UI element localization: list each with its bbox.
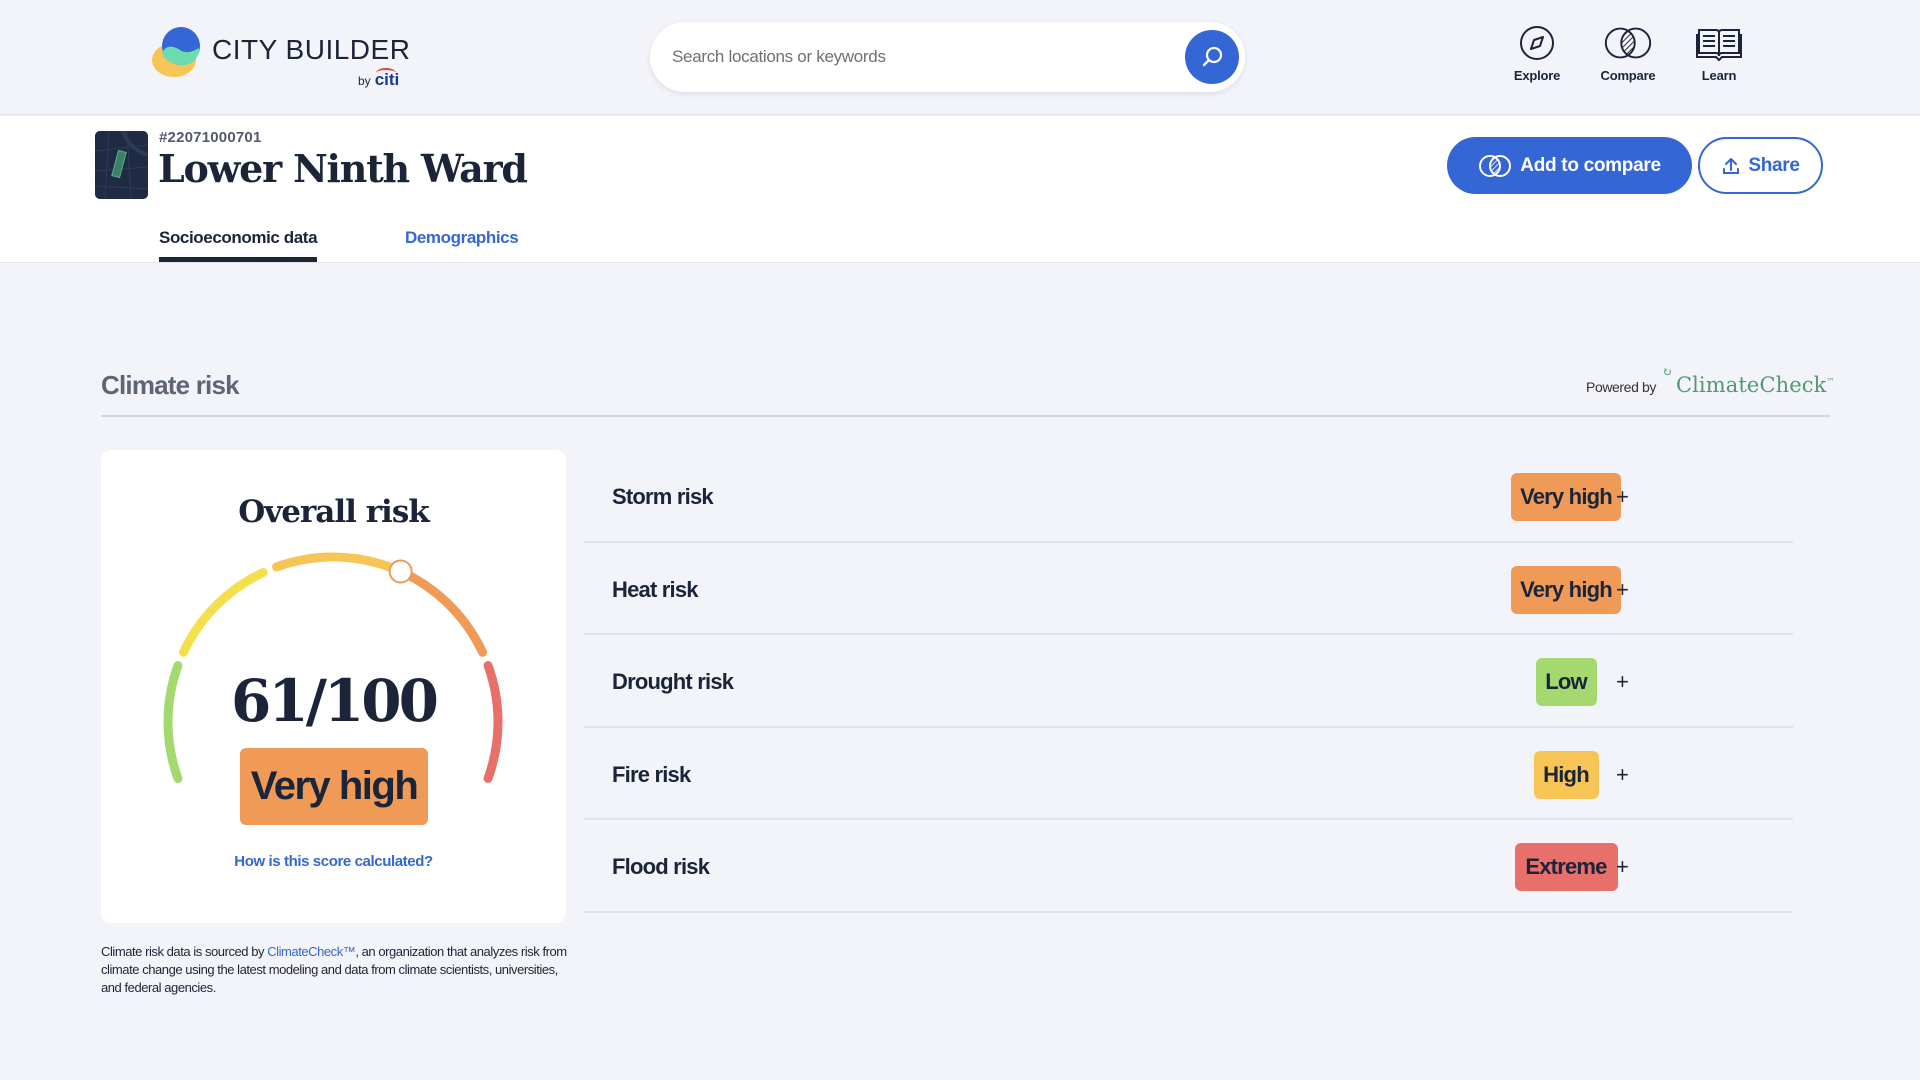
book-icon	[1696, 29, 1742, 62]
geo-id: #22071000701	[159, 129, 262, 146]
nav-explore-label: Explore	[1513, 68, 1561, 83]
tab-socioeconomic-data[interactable]: Socioeconomic data	[159, 228, 318, 262]
expand-plus-icon[interactable]: +	[1616, 484, 1629, 510]
risk-row-storm-risk[interactable]: Storm risk Very high +	[584, 450, 1793, 543]
risk-label: Heat risk	[612, 576, 699, 602]
risk-row-heat-risk[interactable]: Heat risk Very high +	[584, 543, 1793, 635]
city-builder-logo-icon	[152, 27, 200, 77]
section-divider	[101, 415, 1830, 417]
location-header: #22071000701 Lower Ninth Ward Add to com…	[0, 116, 1920, 263]
risk-level-badge: Low	[1535, 658, 1597, 706]
nav-learn[interactable]: Learn	[1679, 24, 1759, 83]
powered-by-climatecheck: Powered by ClimateCheck™	[1586, 365, 1835, 397]
logo-title: CITY BUILDER	[212, 34, 411, 65]
expand-plus-icon[interactable]: +	[1616, 854, 1629, 880]
map-thumbnail-icon	[95, 131, 148, 199]
nav-compare[interactable]: Compare	[1588, 24, 1668, 83]
risk-label: Storm risk	[612, 484, 714, 509]
trademark-symbol: ™	[1826, 377, 1835, 386]
risk-level-badge: Very high	[1511, 565, 1621, 614]
risk-level-badge: Extreme	[1514, 843, 1618, 891]
compare-circles-icon	[1479, 154, 1512, 177]
logo-by-citi: by citi	[358, 70, 399, 90]
page-title: Lower Ninth Ward	[158, 146, 528, 191]
source-note: Climate risk data is sourced by ClimateC…	[101, 943, 571, 997]
share-label: Share	[1748, 154, 1800, 176]
search-input[interactable]	[672, 40, 1152, 74]
climatecheck-logo[interactable]: ClimateCheck™	[1662, 365, 1835, 397]
add-to-compare-label: Add to compare	[1520, 154, 1661, 176]
expand-plus-icon[interactable]: +	[1616, 577, 1629, 603]
overall-score: 61/100	[231, 667, 439, 735]
search-bar	[650, 22, 1245, 92]
climatecheck-logo-text: ClimateCheck	[1675, 373, 1827, 397]
expand-plus-icon[interactable]: +	[1616, 762, 1629, 788]
top-navigation-bar: CITY BUILDER byciti Explore	[0, 0, 1920, 115]
gauge-segment-high	[272, 552, 394, 572]
risk-level-badge: Very high	[1511, 473, 1621, 521]
tab-demographics[interactable]: Demographics	[405, 228, 519, 248]
powered-by-label: Powered by	[1586, 379, 1656, 395]
risk-label: Drought risk	[612, 669, 734, 694]
nav-explore[interactable]: Explore	[1497, 24, 1577, 83]
risk-row-drought-risk[interactable]: Drought risk Low +	[584, 635, 1793, 728]
search-button[interactable]	[1185, 30, 1239, 84]
nav-compare-label: Compare	[1600, 68, 1656, 83]
overall-risk-level-badge: Very high	[240, 748, 428, 825]
share-upload-icon	[1723, 157, 1740, 174]
risk-level-badge: High	[1533, 750, 1599, 799]
compare-circles-icon	[1604, 27, 1652, 59]
risk-label: Fire risk	[612, 761, 691, 787]
add-to-compare-button[interactable]: Add to compare	[1447, 137, 1692, 194]
risk-list: Storm risk Very high + Heat risk Very high + D…	[584, 450, 1793, 913]
logo-by-text: by	[358, 74, 371, 88]
gauge-score-marker	[388, 559, 413, 584]
expand-plus-icon[interactable]: +	[1616, 669, 1629, 695]
gauge-segment-medium	[178, 567, 268, 657]
section-title: Climate risk	[101, 370, 240, 400]
search-icon	[1202, 46, 1223, 67]
city-builder-logo[interactable]: CITY BUILDER by citi	[152, 24, 412, 90]
nav-learn-label: Learn	[1701, 68, 1737, 83]
risk-row-fire-risk[interactable]: Fire risk High +	[584, 728, 1793, 820]
citi-brand: citi	[374, 70, 400, 89]
score-calculation-link[interactable]: How is this score calculated?	[101, 853, 566, 870]
risk-label: Flood risk	[612, 854, 710, 879]
source-note-prefix: Climate risk data is sourced by	[101, 944, 268, 959]
gauge-segment-very-high	[398, 567, 488, 657]
overall-risk-card: Overall risk 61/100 Very high How is thi…	[101, 450, 566, 923]
risk-row-flood-risk[interactable]: Flood risk Extreme +	[584, 820, 1793, 913]
share-button[interactable]: Share	[1698, 137, 1823, 194]
location-map-thumbnail	[95, 131, 148, 199]
climatecheck-link[interactable]: ClimateCheck™	[267, 944, 356, 959]
compass-icon	[1520, 26, 1554, 60]
